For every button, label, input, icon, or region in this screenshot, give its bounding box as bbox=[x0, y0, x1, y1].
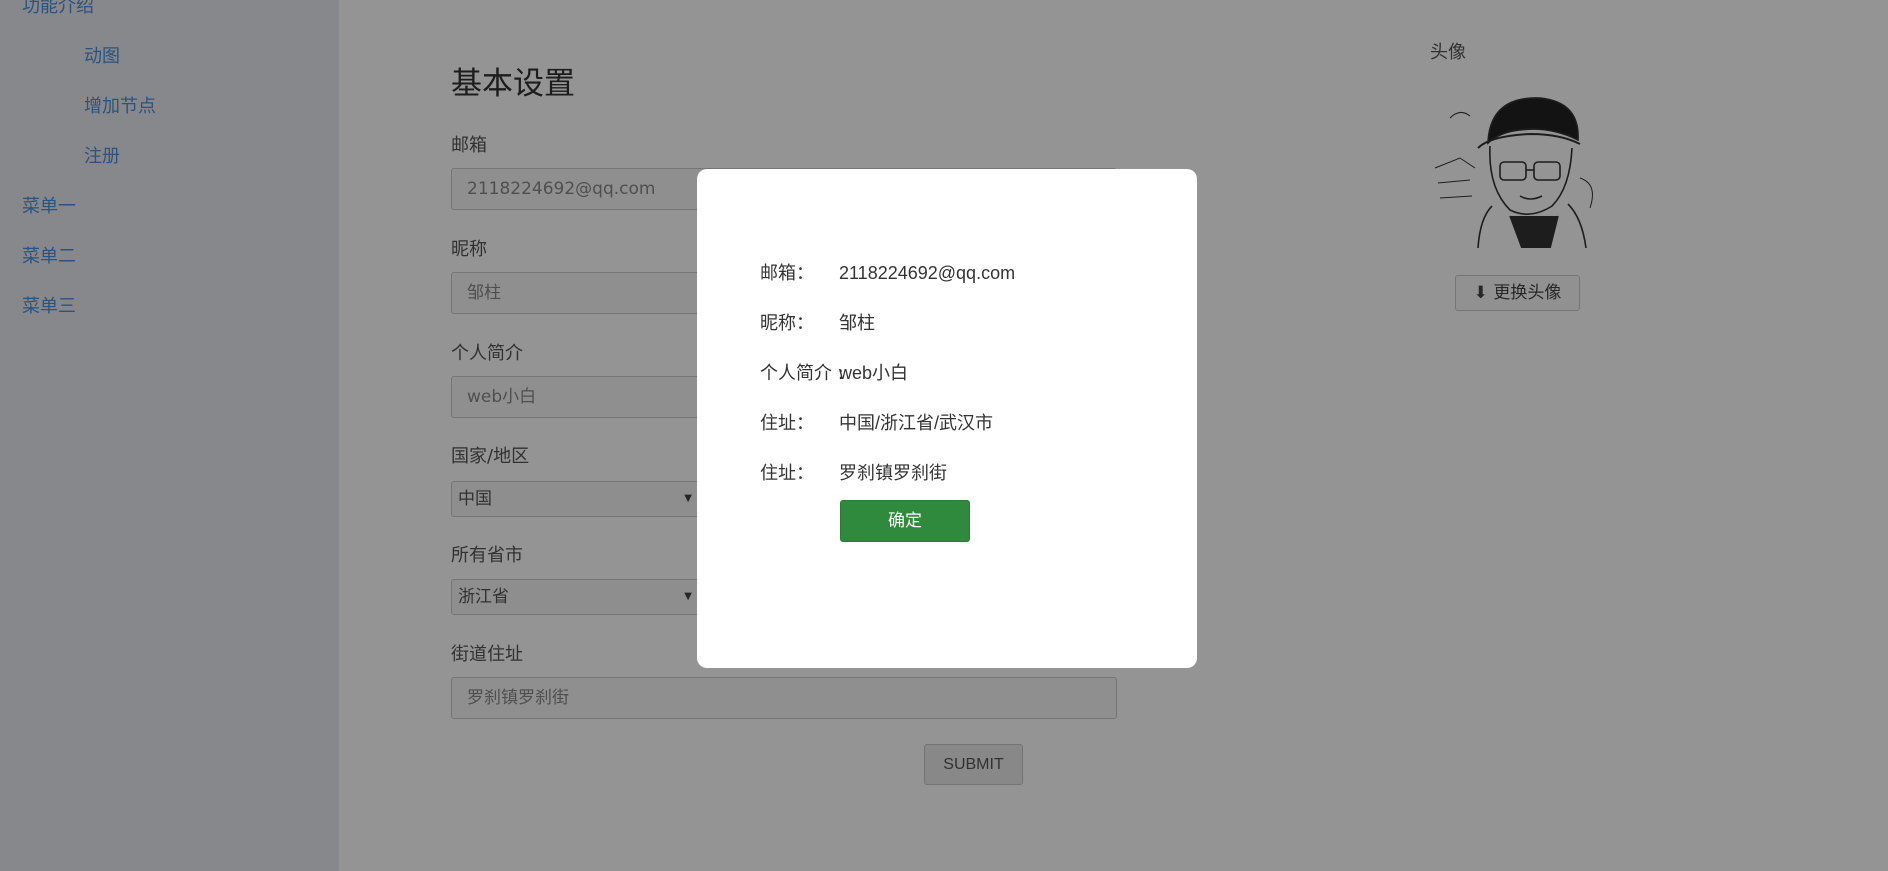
confirm-button[interactable]: 确定 bbox=[840, 500, 970, 542]
dialog-row-bio: 个人简介 :web小白 bbox=[760, 359, 908, 385]
dialog-value: 中国/浙江省/武汉市 bbox=[839, 413, 994, 433]
dialog-label: 邮箱： bbox=[760, 263, 814, 284]
dialog-label: 住址： bbox=[760, 413, 814, 434]
page: 功能介绍 动图 增加节点 注册 菜单一 菜单二 菜单三 基本设置 邮箱 2118… bbox=[0, 0, 1888, 871]
dialog-label: 昵称： bbox=[760, 313, 814, 334]
dialog-value: 罗刹镇罗刹街 bbox=[839, 463, 947, 483]
dialog-value: 邹柱 bbox=[839, 313, 875, 333]
dialog-row-email: 邮箱： 2118224692@qq.com bbox=[760, 259, 1015, 285]
dialog-value: web小白 bbox=[839, 363, 909, 383]
dialog-value: 2118224692@qq.com bbox=[839, 263, 1016, 283]
dialog-label: 住址： bbox=[760, 463, 814, 484]
dialog-row-street: 住址： 罗刹镇罗刹街 bbox=[760, 459, 947, 485]
dialog-label: 个人简介 : bbox=[760, 363, 844, 384]
info-dialog: 邮箱： 2118224692@qq.com 昵称： 邹柱 个人简介 :web小白 住… bbox=[697, 169, 1197, 668]
dialog-row-nickname: 昵称： 邹柱 bbox=[760, 309, 875, 335]
dialog-row-region: 住址： 中国/浙江省/武汉市 bbox=[760, 409, 993, 435]
